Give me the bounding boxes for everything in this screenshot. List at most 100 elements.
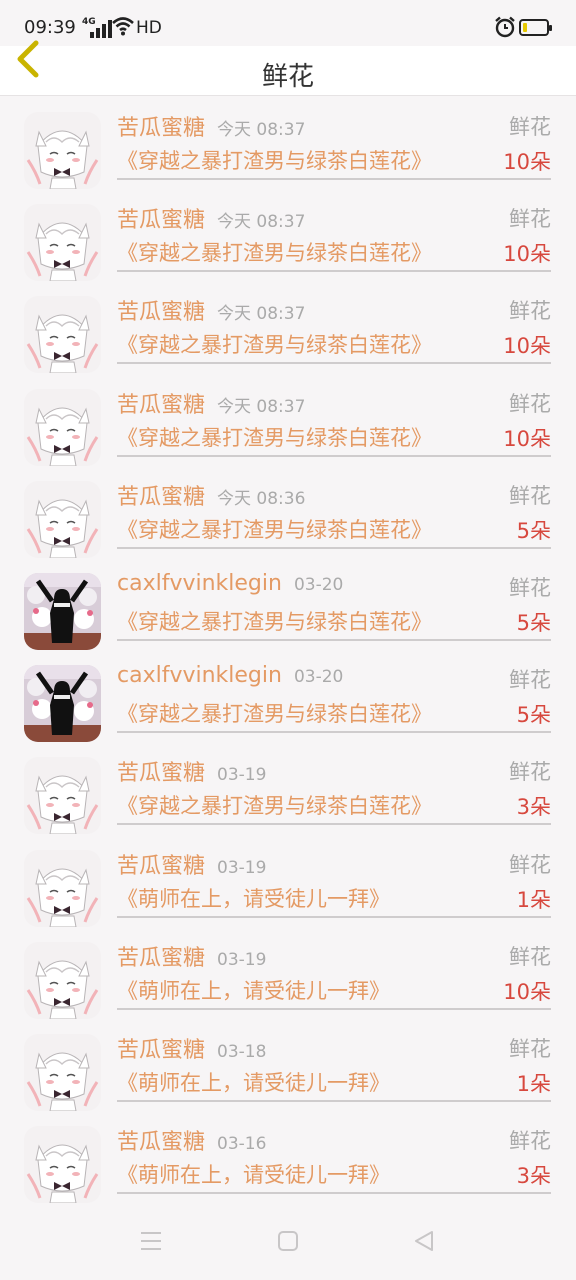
flower-count: 5朵 (516, 703, 551, 728)
list-item[interactable]: 苦瓜蜜糖 03-19 鲜花 《萌师在上，请受徒儿一拜》 1朵 (0, 834, 576, 927)
send-time: 03-19 (217, 949, 267, 970)
divider (117, 270, 551, 273)
list-item[interactable]: 苦瓜蜜糖 03-18 鲜花 《萌师在上，请受徒儿一拜》 1朵 (0, 1018, 576, 1111)
book-title[interactable]: 《穿越之暴打渣男与绿茶白莲花》 (117, 145, 432, 175)
flower-count: 10朵 (503, 426, 551, 451)
send-time: 今天 08:37 (217, 120, 306, 140)
send-time: 03-19 (217, 857, 267, 878)
gift-type: 鲜花 (509, 115, 551, 139)
avatar[interactable] (24, 296, 101, 374)
send-time: 今天 08:36 (217, 488, 306, 509)
book-title[interactable]: 《穿越之暴打渣男与绿茶白莲花》 (117, 237, 432, 267)
flower-count: 5朵 (516, 610, 551, 635)
alarm-icon (495, 16, 515, 38)
flower-record-list: 苦瓜蜜糖 今天 08:37 鲜花 《穿越之暴打渣男与绿茶白莲花》 10朵 苦瓜蜜糖… (0, 96, 576, 1204)
book-title[interactable]: 《萌师在上，请受徒儿一拜》 (117, 1159, 390, 1189)
list-item[interactable]: 苦瓜蜜糖 03-16 鲜花 《萌师在上，请受徒儿一拜》 3朵 (0, 1110, 576, 1204)
book-title[interactable]: 《穿越之暴打渣男与绿茶白莲花》 (117, 514, 432, 544)
gift-type: 鲜花 (509, 299, 551, 324)
list-item[interactable]: 苦瓜蜜糖 03-19 鲜花 《穿越之暴打渣男与绿茶白莲花》 3朵 (0, 741, 576, 835)
user-name: 苦瓜蜜糖 03-19 (117, 761, 267, 787)
avatar[interactable] (24, 204, 101, 282)
book-title[interactable]: 《穿越之暴打渣男与绿茶白莲花》 (117, 329, 432, 359)
user-name: 苦瓜蜜糖 03-16 (117, 1130, 267, 1156)
user-name: 苦瓜蜜糖 03-18 (117, 1037, 267, 1063)
book-title[interactable]: 《萌师在上，请受徒儿一拜》 (117, 883, 390, 913)
menu-icon[interactable] (140, 1231, 162, 1251)
divider (117, 1099, 551, 1102)
book-title[interactable]: 《萌师在上，请受徒儿一拜》 (117, 975, 390, 1005)
flower-count: 10朵 (503, 242, 551, 267)
list-item[interactable]: 苦瓜蜜糖 今天 08:37 鲜花 《穿越之暴打渣男与绿茶白莲花》 10朵 (0, 96, 576, 189)
book-title[interactable]: 《穿越之暴打渣男与绿茶白莲花》 (117, 606, 432, 636)
list-item[interactable]: 苦瓜蜜糖 今天 08:36 鲜花 《穿越之暴打渣男与绿茶白莲花》 5朵 (0, 465, 576, 558)
divider (117, 454, 551, 457)
divider (117, 731, 551, 734)
flower-count: 5朵 (516, 518, 551, 543)
back-triangle-icon[interactable] (414, 1231, 434, 1251)
avatar[interactable] (24, 572, 101, 650)
book-title[interactable]: 《穿越之暴打渣男与绿茶白莲花》 (117, 422, 432, 452)
list-item[interactable]: caxlfvvinklegin 03-20 鲜花 《穿越之暴打渣男与绿茶白莲花》 … (0, 649, 576, 743)
divider (117, 1192, 551, 1195)
gift-type: 鲜花 (509, 760, 551, 785)
book-title[interactable]: 《穿越之暴打渣男与绿茶白莲花》 (117, 790, 432, 820)
gift-type: 鲜花 (509, 575, 551, 600)
gift-type: 鲜花 (509, 483, 551, 508)
send-time: 03-19 (217, 765, 267, 786)
avatar[interactable] (24, 1126, 101, 1204)
signal-icon (90, 18, 114, 38)
send-time: 03-20 (293, 667, 344, 688)
list-item[interactable]: 苦瓜蜜糖 今天 08:37 鲜花 《穿越之暴打渣男与绿茶白莲花》 10朵 (0, 188, 576, 282)
user-name: caxlfvvinklegin 03-20 (117, 663, 344, 689)
avatar[interactable] (24, 849, 101, 927)
flower-count: 3朵 (516, 1164, 551, 1189)
flower-count: 10朵 (503, 979, 551, 1004)
list-item[interactable]: 苦瓜蜜糖 03-19 鲜花 《萌师在上，请受徒儿一拜》 10朵 (0, 926, 576, 1019)
page-title: 鲜花 (261, 62, 314, 92)
navigation-bar (0, 1205, 576, 1280)
user-name: 苦瓜蜜糖 今天 08:37 (117, 300, 306, 326)
avatar[interactable] (24, 388, 101, 466)
send-time: 03-20 (293, 574, 344, 595)
avatar[interactable] (24, 1033, 101, 1111)
book-title[interactable]: 《穿越之暴打渣男与绿茶白莲花》 (117, 698, 432, 728)
divider (117, 1007, 551, 1010)
list-item[interactable]: 苦瓜蜜糖 今天 08:37 鲜花 《穿越之暴打渣男与绿茶白莲花》 10朵 (0, 280, 576, 374)
flower-count: 1朵 (516, 887, 551, 912)
send-time: 03-16 (217, 1134, 267, 1155)
gift-type: 鲜花 (509, 668, 551, 693)
user-name: 苦瓜蜜糖 今天 08:37 (117, 392, 306, 418)
send-time: 今天 08:37 (217, 396, 306, 417)
flower-count: 10朵 (503, 150, 551, 174)
user-name: 苦瓜蜜糖 今天 08:36 (117, 484, 306, 510)
send-time: 今天 08:37 (217, 212, 306, 233)
flower-count: 3朵 (516, 795, 551, 820)
battery-icon (519, 19, 552, 36)
app-header: 鲜花 (0, 40, 576, 96)
divider (117, 638, 551, 641)
gift-type: 鲜花 (509, 944, 551, 969)
avatar[interactable] (24, 941, 101, 1019)
avatar[interactable] (24, 480, 101, 558)
flower-count: 1朵 (516, 1071, 551, 1096)
status-time: 09:39 (24, 17, 76, 38)
user-name: 苦瓜蜜糖 今天 08:37 (117, 116, 306, 141)
avatar[interactable] (24, 757, 101, 835)
user-name: 苦瓜蜜糖 03-19 (117, 945, 267, 971)
list-item[interactable]: caxlfvvinklegin 03-20 鲜花 《穿越之暴打渣男与绿茶白莲花》 … (0, 557, 576, 650)
user-name: 苦瓜蜜糖 今天 08:37 (117, 208, 306, 234)
divider (117, 823, 551, 826)
send-time: 03-18 (217, 1041, 267, 1062)
divider (117, 546, 551, 549)
send-time: 今天 08:37 (217, 304, 306, 325)
wifi-icon (112, 17, 134, 36)
home-icon[interactable] (278, 1231, 298, 1251)
book-title[interactable]: 《萌师在上，请受徒儿一拜》 (117, 1067, 390, 1097)
status-bar: 09:39 4G HD (0, 0, 576, 48)
avatar[interactable] (24, 112, 101, 189)
avatar[interactable] (24, 665, 101, 743)
divider (117, 915, 551, 918)
gift-type: 鲜花 (509, 391, 551, 416)
list-item[interactable]: 苦瓜蜜糖 今天 08:37 鲜花 《穿越之暴打渣男与绿茶白莲花》 10朵 (0, 373, 576, 466)
